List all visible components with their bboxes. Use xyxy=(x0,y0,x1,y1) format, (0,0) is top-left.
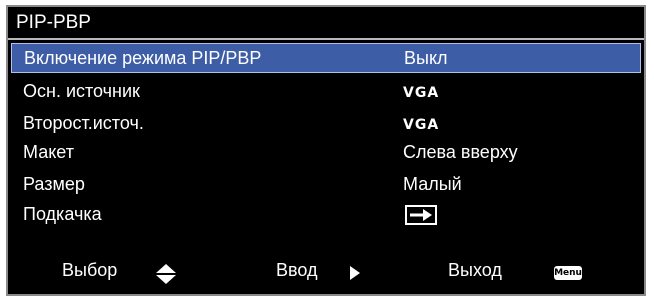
row-value: VGA xyxy=(403,117,440,133)
menu-row-layout[interactable]: Макет Слева вверху xyxy=(11,138,641,168)
row-label: Макет xyxy=(23,142,74,162)
row-label: Включение режима PIP/PBP xyxy=(24,48,262,68)
menu-row-main-source[interactable]: Осн. источник VGA xyxy=(11,77,641,107)
pip-pbp-osd-menu: PIP-PBP Включение режима PIP/PBP Выкл Ос… xyxy=(6,5,646,296)
row-value: Выкл xyxy=(404,48,448,68)
menu-row-size[interactable]: Размер Малый xyxy=(11,170,641,200)
select-label: Выбор xyxy=(62,260,118,280)
menu-row-secondary-source[interactable]: Второст.источ. VGA xyxy=(11,109,641,139)
row-value: Малый xyxy=(403,174,462,194)
row-label: Подкачка xyxy=(23,204,102,224)
row-value: VGA xyxy=(403,85,440,101)
menu-row-pip-pbp-enable[interactable]: Включение режима PIP/PBP Выкл xyxy=(11,43,641,73)
menu-button-icon: Menu xyxy=(554,266,582,280)
triangle-right-icon xyxy=(350,266,360,280)
row-label: Второст.источ. xyxy=(23,113,144,133)
menu-footer: Выбор Ввод Выход Menu xyxy=(8,247,644,293)
swap-icon xyxy=(405,205,437,225)
menu-title-bar: PIP-PBP xyxy=(8,7,644,40)
row-value: Слева вверху xyxy=(403,142,518,162)
menu-row-swap[interactable]: Подкачка xyxy=(11,200,641,230)
row-label: Размер xyxy=(23,174,85,194)
up-down-icon xyxy=(156,264,176,284)
row-label: Осн. источник xyxy=(23,81,140,101)
menu-title: PIP-PBP xyxy=(16,12,91,33)
exit-label: Выход xyxy=(448,260,502,280)
enter-label: Ввод xyxy=(276,260,318,280)
